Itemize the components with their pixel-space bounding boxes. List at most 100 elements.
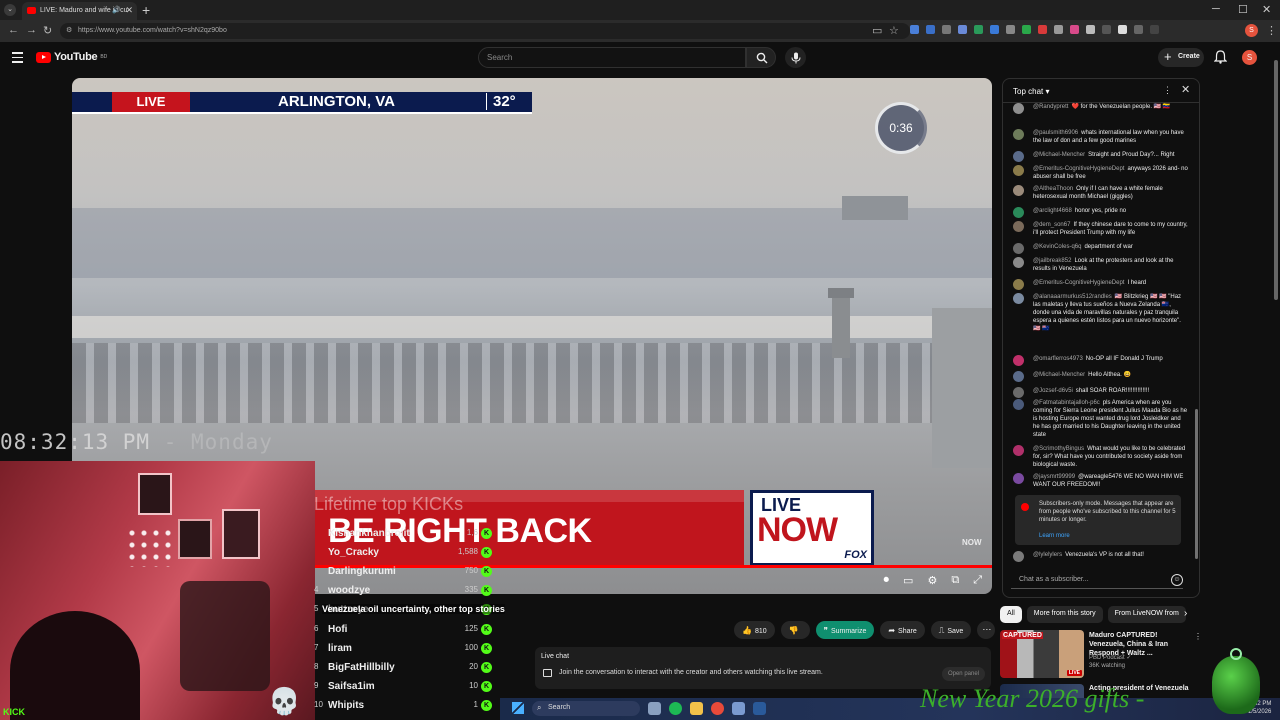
steam-icon[interactable] (753, 702, 766, 715)
chat-avatar[interactable] (1013, 207, 1024, 218)
chat-username[interactable]: @Emeritus-CognitiveHygieneDept (1033, 280, 1124, 286)
youtube-logo[interactable]: YouTube BD (36, 51, 107, 63)
chat-username[interactable]: @jailbreak852 (1033, 258, 1071, 264)
extension-icon[interactable] (1054, 25, 1063, 34)
chat-username[interactable]: @KevinColes-q6q (1033, 244, 1081, 250)
extensions-puzzle-icon[interactable] (1134, 25, 1143, 34)
chat-avatar[interactable] (1013, 257, 1024, 268)
channel-watermark[interactable]: NOW (962, 538, 982, 547)
spotify-icon[interactable] (669, 702, 682, 715)
chat-username[interactable]: @dem_son67 (1033, 222, 1070, 228)
like-button[interactable]: 👍 810 (734, 621, 775, 639)
back-icon[interactable]: ← (8, 24, 19, 36)
filter-chip[interactable]: More from this story (1026, 606, 1103, 623)
chat-username[interactable]: @omarflerros4973 (1033, 356, 1083, 362)
chat-username[interactable]: @arclight4668 (1033, 208, 1072, 214)
side-panel-icon[interactable] (1150, 25, 1159, 34)
extension-icon[interactable] (942, 25, 951, 34)
audio-playing-icon[interactable]: 🔊 (112, 6, 121, 14)
minimize-icon[interactable]: ─ (1212, 3, 1220, 15)
create-button[interactable]: + Create (1158, 48, 1204, 67)
chat-avatar[interactable] (1013, 185, 1024, 196)
chat-username[interactable]: @lylelylers (1033, 552, 1062, 558)
extension-icon[interactable] (1070, 25, 1079, 34)
chat-avatar[interactable] (1013, 387, 1024, 398)
miniplayer-icon[interactable]: ⧉ (951, 574, 959, 587)
chat-username[interactable]: @AltheaThoon (1033, 186, 1073, 192)
chat-avatar[interactable] (1013, 279, 1024, 290)
account-avatar[interactable]: S (1242, 50, 1257, 65)
extension-icon[interactable] (1102, 25, 1111, 34)
notifications-bell-icon[interactable] (1214, 50, 1227, 64)
extension-icon[interactable] (990, 25, 999, 34)
tab-search-button[interactable]: ⌄ (4, 4, 16, 16)
chat-username[interactable]: @Michael-Mencher (1033, 152, 1085, 158)
summarize-button[interactable]: ❞ Summarize (815, 621, 875, 639)
chat-avatar[interactable] (1013, 371, 1024, 382)
chat-username[interactable]: @Randyprett (1033, 104, 1068, 110)
search-input[interactable]: Search (478, 47, 746, 68)
extension-icon[interactable] (1118, 25, 1127, 34)
browser-tab[interactable]: LIVE: Maduro and wife in cu 🔊 ✕ (22, 2, 137, 20)
extension-icon[interactable] (1022, 25, 1031, 34)
chat-username[interactable]: @Michael-Mencher (1033, 372, 1085, 378)
extension-icon[interactable] (926, 25, 935, 34)
taskbar-search[interactable]: ⌕ Search (532, 701, 640, 716)
chat-username[interactable]: @Fatmatabintajalloh-p6c (1033, 400, 1100, 406)
autoplay-toggle-icon[interactable]: ⏺ (884, 574, 890, 587)
chrome-icon[interactable] (711, 702, 724, 715)
chat-scrollbar[interactable] (1195, 409, 1198, 559)
save-button[interactable]: ⎍ Save (930, 621, 972, 639)
cast-icon[interactable]: ▭ (872, 24, 882, 37)
extension-icon[interactable] (1006, 25, 1015, 34)
settings-gear-icon[interactable]: ⚙ (927, 574, 937, 587)
chat-avatar[interactable] (1013, 473, 1024, 484)
browser-profile-avatar[interactable]: S (1245, 24, 1258, 37)
chat-username[interactable]: @Emeritus-CognitiveHygieneDept (1033, 166, 1124, 172)
chevron-right-icon[interactable]: › (1184, 608, 1187, 619)
new-tab-button[interactable]: + (142, 2, 150, 18)
reload-icon[interactable]: ↻ (43, 24, 52, 37)
extension-icon[interactable] (974, 25, 983, 34)
more-actions-button[interactable]: ⋯ (977, 621, 996, 639)
extension-icon[interactable] (1086, 25, 1095, 34)
file-explorer-icon[interactable] (690, 702, 703, 715)
channel-name[interactable]: PBD Podcast ✓ (1089, 654, 1131, 661)
dislike-button[interactable]: 👎 (780, 621, 810, 639)
voice-search-button[interactable] (785, 47, 806, 68)
video-more-icon[interactable]: ⋮ (1194, 632, 1202, 641)
emoji-icon[interactable]: ☺ (1171, 574, 1183, 586)
chat-avatar[interactable] (1013, 165, 1024, 176)
filter-chip[interactable]: From LiveNOW from (1107, 606, 1186, 623)
chat-avatar[interactable] (1013, 551, 1024, 562)
learn-more-link[interactable]: Learn more (1039, 533, 1070, 539)
maximize-icon[interactable]: ☐ (1238, 3, 1248, 16)
bookmark-star-icon[interactable]: ☆ (889, 24, 899, 37)
fullscreen-icon[interactable]: ⤢ (973, 574, 982, 587)
chat-avatar[interactable] (1013, 293, 1024, 304)
windows-start-icon[interactable] (512, 702, 524, 714)
chat-username[interactable]: @alanaaarmurkus512randles (1033, 294, 1112, 300)
extension-icon[interactable] (910, 25, 919, 34)
site-info-icon[interactable]: ⚙ (66, 26, 72, 34)
tab-close-icon[interactable]: ✕ (125, 5, 133, 16)
chat-avatar[interactable] (1013, 445, 1024, 456)
chat-avatar[interactable] (1013, 103, 1024, 114)
chat-avatar[interactable] (1013, 221, 1024, 232)
video-thumbnail[interactable]: CAPTURED LIVE (1000, 630, 1084, 678)
settings-icon[interactable] (732, 702, 745, 715)
window-close-icon[interactable]: ✕ (1262, 3, 1271, 16)
chat-close-icon[interactable]: ✕ (1181, 83, 1190, 96)
extension-icon[interactable] (1038, 25, 1047, 34)
chat-avatar[interactable] (1013, 243, 1024, 254)
subtitles-icon[interactable]: ▭ (903, 574, 913, 587)
search-button[interactable] (746, 47, 776, 68)
chat-avatar[interactable] (1013, 151, 1024, 162)
chat-more-icon[interactable]: ⋮ (1163, 85, 1172, 96)
chat-username[interactable]: @ScrimothyBingus (1033, 446, 1084, 452)
task-view-icon[interactable] (648, 702, 661, 715)
forward-icon[interactable]: → (26, 24, 37, 36)
chat-mode-selector[interactable]: Top chat ▾ (1013, 87, 1050, 96)
chat-avatar[interactable] (1013, 129, 1024, 140)
open-panel-button[interactable]: Open panel (941, 667, 985, 681)
